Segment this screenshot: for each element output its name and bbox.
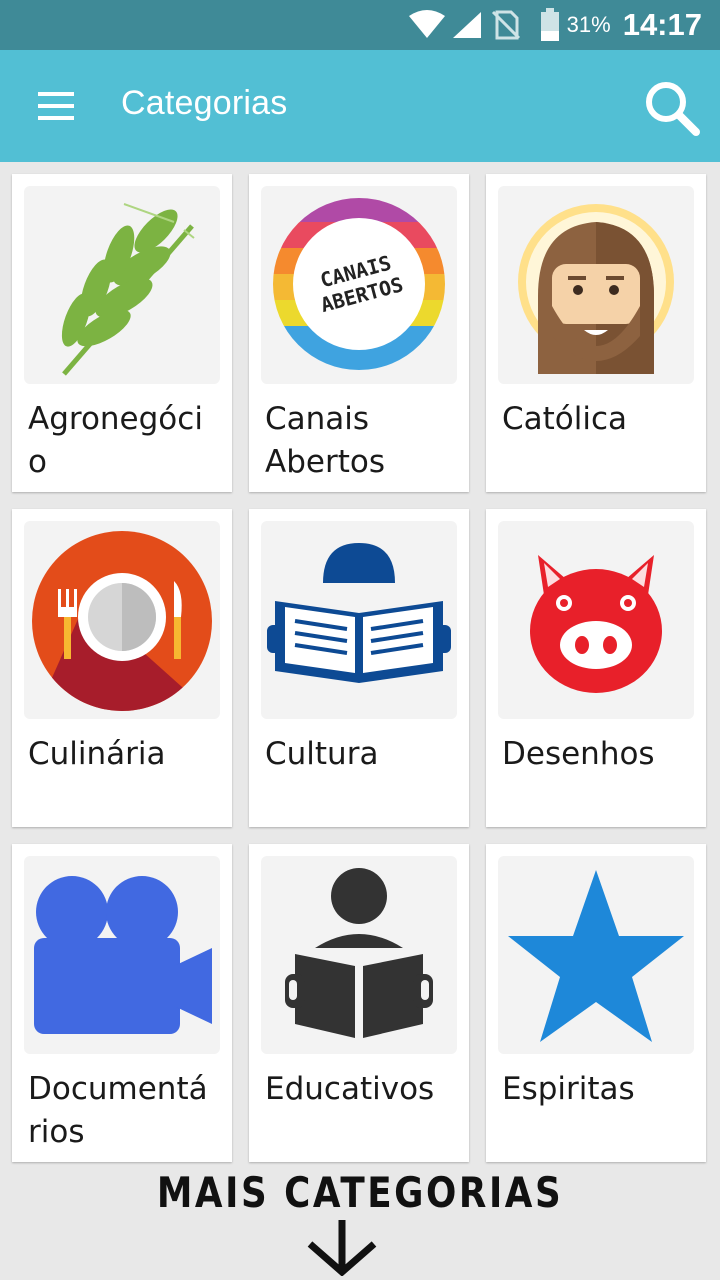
category-thumbnail <box>261 521 457 719</box>
category-card-espiritas[interactable]: Espiritas <box>486 844 706 1162</box>
category-thumbnail: CANAIS ABERTOS <box>261 186 457 384</box>
wheat-icon <box>61 203 195 376</box>
category-label: Cultura <box>265 736 379 772</box>
status-bar: 31% 14:17 <box>0 0 720 50</box>
battery-percentage: 31% <box>566 12 611 37</box>
category-label: Desenhos <box>502 736 655 772</box>
category-card-catolica[interactable]: Católica <box>486 174 706 492</box>
more-categories-label: MAIS CATEGORIAS <box>156 1168 564 1217</box>
no-sim-icon <box>491 10 520 40</box>
category-label: Documentários <box>28 1071 208 1150</box>
category-label: Culinária <box>28 736 166 772</box>
category-card-agronegocio[interactable]: Agronegócio <box>12 174 232 492</box>
category-card-canais-abertos[interactable]: CANAIS ABERTOS Canais Abertos <box>249 174 469 492</box>
category-thumbnail <box>498 856 694 1054</box>
category-thumbnail <box>498 186 694 384</box>
person-reading-book-icon <box>267 543 451 683</box>
video-camera-icon <box>34 876 212 1034</box>
canais-abertos-logo: CANAIS ABERTOS <box>273 198 445 370</box>
more-categories-button[interactable]: MAIS CATEGORIAS <box>0 1168 720 1217</box>
category-label: Espiritas <box>502 1071 635 1107</box>
category-card-culinaria[interactable]: Culinária <box>12 509 232 827</box>
category-label: Católica <box>502 401 628 437</box>
category-card-documentarios[interactable]: Documentários <box>12 844 232 1162</box>
category-card-desenhos[interactable]: Desenhos <box>486 509 706 827</box>
wifi-icon <box>408 10 445 38</box>
category-thumbnail <box>498 521 694 719</box>
category-card-cultura[interactable]: Cultura <box>249 509 469 827</box>
clock: 14:17 <box>622 7 702 42</box>
arrow-down-icon[interactable] <box>306 1218 378 1276</box>
search-icon[interactable] <box>642 78 702 138</box>
app-bar: Categorias <box>0 50 720 162</box>
pig-face-icon <box>530 555 662 693</box>
category-label: Educativos <box>265 1071 435 1107</box>
signal-icon <box>452 12 481 38</box>
category-label: Canais Abertos <box>265 401 385 480</box>
page-title: Categorias <box>121 84 288 122</box>
jesus-face-icon <box>518 204 674 374</box>
category-thumbnail <box>24 521 220 719</box>
battery-icon <box>540 8 559 41</box>
category-thumbnail <box>24 856 220 1054</box>
category-thumbnail <box>261 856 457 1054</box>
star-icon <box>508 870 684 1042</box>
category-thumbnail <box>24 186 220 384</box>
plate-cutlery-icon <box>32 531 212 711</box>
person-reading-icon <box>285 868 433 1038</box>
category-label: Agronegócio <box>28 401 203 480</box>
hamburger-menu-icon[interactable] <box>34 88 78 124</box>
category-card-educativos[interactable]: Educativos <box>249 844 469 1162</box>
